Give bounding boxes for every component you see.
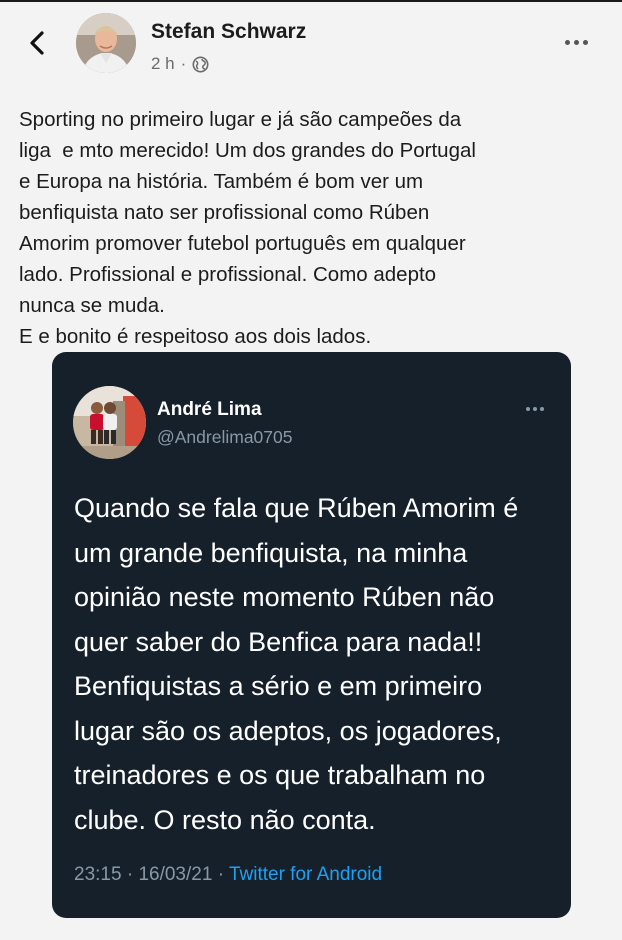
post-body-line: E e bonito é respeitoso aos dois lados. (19, 325, 372, 348)
post-body-line: e Europa na história. Também é bom ver u… (19, 170, 424, 193)
more-horizontal-icon (564, 39, 570, 45)
tweet-text-line: um grande benfiquista, na minha (74, 537, 468, 568)
post-body-line: benfiquista nato ser profissional como R… (19, 201, 430, 224)
tweet-text-line: treinadores e os que trabalham no (74, 760, 486, 790)
tweet-author-name[interactable]: André Lima (157, 399, 262, 421)
tweet-date[interactable]: 16/03/21 (138, 864, 212, 885)
more-horizontal-icon (526, 407, 530, 411)
tweet-text-line: Benfiquistas a sério e em primeiro (74, 671, 483, 701)
post-body-line: Sporting no primeiro lugar e já são camp… (19, 108, 462, 131)
tweet-text-line: opinião neste momento Rúben não (74, 582, 495, 612)
tweet-text-line: Quando se fala que Rúben Amorim é (74, 493, 519, 523)
embedded-tweet-card[interactable]: André Lima @Andrelima0705 Quando se fala… (52, 352, 571, 918)
globe-icon (192, 56, 209, 72)
post-body-line: nunca se muda. (19, 294, 165, 317)
post-meta: 2 h · (151, 54, 209, 74)
post-body: Sporting no primeiro lugar e já são camp… (19, 104, 599, 352)
tweet-text-line: lugar são os adeptos, os jogadores, (74, 715, 502, 746)
more-dot (540, 407, 544, 411)
tweet-time[interactable]: 23:15 (74, 864, 122, 885)
chevron-left-icon (30, 31, 44, 55)
post-timestamp[interactable]: 2 h (151, 54, 175, 74)
more-dot (573, 39, 579, 45)
tweet-text-line: clube. O resto não conta. (74, 804, 376, 835)
post-more-button[interactable] (558, 30, 594, 54)
tweet-text-line: quer saber do Benfica para nada!! (74, 626, 483, 657)
tweet-source-link[interactable]: Twitter for Android (229, 864, 382, 885)
post-body-line: Amorim promover futebol português em qua… (19, 232, 466, 255)
footer-separator: · (217, 864, 225, 885)
post-body-line: lado. Profissional e profissional. Como … (19, 263, 437, 286)
footer-separator: · (126, 864, 134, 885)
tweet-author-avatar[interactable] (73, 386, 146, 459)
tweet-author-handle[interactable]: @Andrelima0705 (157, 427, 292, 448)
tweet-footer: 23:15 · 16/03/21 · Twitter for Android (74, 864, 382, 886)
top-border (0, 0, 622, 2)
more-dot (582, 39, 588, 45)
post-body-line: liga e mto merecido! Um dos grandes do P… (19, 139, 476, 162)
more-dot (533, 407, 537, 411)
author-avatar[interactable] (76, 13, 136, 73)
back-button[interactable] (22, 28, 52, 58)
author-name[interactable]: Stefan Schwarz (151, 20, 306, 44)
meta-separator: · (180, 54, 187, 73)
tweet-more-button[interactable] (521, 401, 549, 417)
tweet-text: Quando se fala que Rúben Amorim é um gra… (74, 486, 564, 842)
